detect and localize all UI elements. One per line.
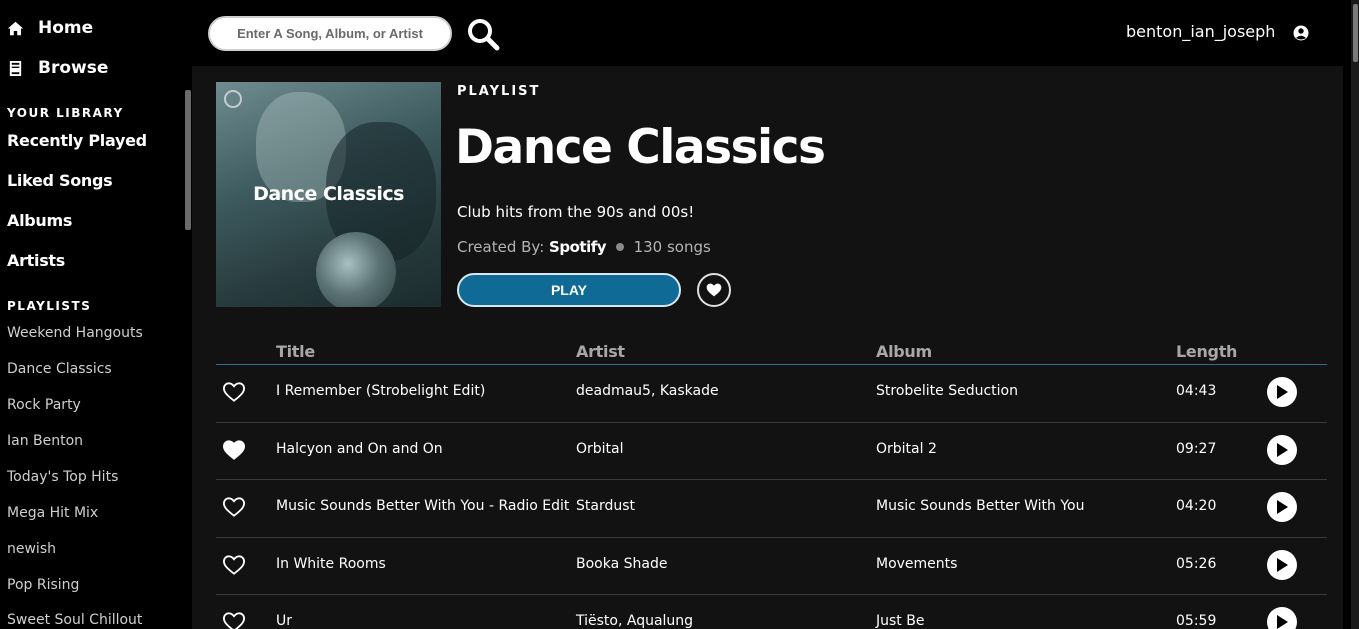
table-row[interactable]: In White Rooms Booka Shade Movements 05:26 <box>216 538 1327 595</box>
library-item-liked-songs[interactable]: Liked Songs <box>7 171 113 190</box>
play-track-button[interactable] <box>1267 549 1297 580</box>
table-row[interactable]: Halcyon and On and On Orbital Orbital 2 09:… <box>216 423 1327 480</box>
track-album[interactable]: Movements <box>876 556 957 572</box>
separator-dot-icon <box>615 243 624 251</box>
sidebar: Home Browse YOUR LIBRARY Recently Played… <box>0 0 192 629</box>
page-title: Dance Classics <box>455 120 826 175</box>
username[interactable]: benton_ian_joseph <box>1126 22 1275 41</box>
heart-outline-icon[interactable] <box>223 497 245 517</box>
track-artist[interactable]: deadmau5, Kaskade <box>576 383 719 399</box>
playlist-item[interactable]: Dance Classics <box>7 361 112 377</box>
library-heading: YOUR LIBRARY <box>7 106 124 120</box>
track-length: 05:26 <box>1176 555 1217 572</box>
playlists-heading: PLAYLISTS <box>7 299 92 313</box>
heart-filled-icon[interactable] <box>223 439 245 460</box>
table-header: Title Artist Album Length <box>216 338 1327 365</box>
song-count: 130 songs <box>633 238 711 256</box>
book-icon <box>9 60 22 76</box>
page-scrollbar-thumb[interactable] <box>1353 4 1358 62</box>
like-playlist-button[interactable] <box>697 273 731 307</box>
heart-filled-icon <box>706 283 722 297</box>
library-item-recently-played[interactable]: Recently Played <box>7 131 147 150</box>
track-album[interactable]: Just Be <box>876 613 924 629</box>
play-icon <box>1277 442 1288 457</box>
playlist-item[interactable]: Weekend Hangouts <box>7 325 143 341</box>
sidebar-scrollbar[interactable] <box>185 90 191 230</box>
track-title[interactable]: In White Rooms <box>276 556 386 572</box>
playlist-owner[interactable]: Spotify <box>549 238 606 256</box>
playlist-item[interactable]: Rock Party <box>7 397 81 413</box>
column-header-length[interactable]: Length <box>1176 342 1237 361</box>
track-table: Title Artist Album Length I Remember (St… <box>216 338 1327 629</box>
search-icon[interactable] <box>466 17 500 51</box>
nav-home[interactable]: Home <box>7 18 93 38</box>
column-header-artist[interactable]: Artist <box>576 342 625 361</box>
nav-browse[interactable]: Browse <box>7 58 108 78</box>
playlist-item[interactable]: Pop Rising <box>7 577 79 593</box>
track-title[interactable]: Ur <box>276 613 292 629</box>
table-row[interactable]: Music Sounds Better With You - Radio Edi… <box>216 480 1327 538</box>
play-track-button[interactable] <box>1267 434 1297 465</box>
track-album[interactable]: Strobelite Seduction <box>876 383 1018 399</box>
playlist-item[interactable]: Sweet Soul Chillout <box>7 612 142 628</box>
playlist-item[interactable]: Mega Hit Mix <box>7 505 98 521</box>
user-circle-icon[interactable] <box>1293 25 1309 41</box>
app-window: Home Browse YOUR LIBRARY Recently Played… <box>0 0 1359 629</box>
play-button[interactable]: PLAY <box>457 273 681 307</box>
track-length: 04:43 <box>1176 383 1217 399</box>
playlist-item[interactable]: newish <box>7 541 56 557</box>
created-by-label: Created By: <box>457 238 545 256</box>
table-row[interactable]: Ur Tiësto, Aqualung Just Be 05:59 <box>216 595 1327 629</box>
track-artist[interactable]: Stardust <box>576 498 635 514</box>
playlist-item[interactable]: Ian Benton <box>7 433 83 449</box>
heart-outline-icon[interactable] <box>223 554 245 575</box>
playlist-description: Club hits from the 90s and 00s! <box>457 203 695 221</box>
search-input[interactable] <box>208 16 452 51</box>
track-title[interactable]: I Remember (Strobelight Edit) <box>276 383 485 399</box>
track-artist[interactable]: Booka Shade <box>576 556 667 572</box>
track-title[interactable]: Music Sounds Better With You - Radio Edi… <box>276 498 569 514</box>
cover-title: Dance Classics <box>253 183 404 205</box>
play-track-button[interactable] <box>1267 492 1297 522</box>
track-artist[interactable]: Orbital <box>576 441 624 457</box>
track-length: 05:59 <box>1176 613 1217 629</box>
track-album[interactable]: Music Sounds Better With You <box>876 498 1085 514</box>
top-bar: benton_ian_joseph <box>192 0 1359 66</box>
table-row[interactable]: I Remember (Strobelight Edit) deadmau5, K… <box>216 365 1327 423</box>
play-icon <box>1277 385 1288 399</box>
playlist-meta: Created By: Spotify 130 songs <box>457 238 711 256</box>
main-content: Dance Classics PLAYLIST Dance Classics C… <box>192 66 1343 629</box>
play-icon <box>1277 557 1288 572</box>
track-title[interactable]: Halcyon and On and On <box>276 441 443 457</box>
home-icon <box>7 21 24 35</box>
column-header-title[interactable]: Title <box>276 342 315 361</box>
column-header-album[interactable]: Album <box>876 342 932 361</box>
library-item-artists[interactable]: Artists <box>7 251 65 270</box>
play-icon <box>1277 500 1288 514</box>
playlist-cover: Dance Classics <box>216 82 441 307</box>
track-length: 09:27 <box>1176 440 1217 457</box>
playlist-type-label: PLAYLIST <box>457 84 541 99</box>
playlist-item[interactable]: Today's Top Hits <box>7 469 118 485</box>
page-scrollbar[interactable] <box>1351 0 1359 629</box>
nav-browse-label: Browse <box>38 58 109 78</box>
track-album[interactable]: Orbital 2 <box>876 441 937 457</box>
play-icon <box>1277 615 1288 629</box>
library-item-albums[interactable]: Albums <box>7 211 72 230</box>
track-artist[interactable]: Tiësto, Aqualung <box>576 613 693 629</box>
disco-ball-image <box>316 232 396 307</box>
heart-outline-icon[interactable] <box>223 612 245 629</box>
nav-home-label: Home <box>38 18 94 38</box>
play-track-button[interactable] <box>1267 377 1297 407</box>
spotify-logo-icon <box>224 90 242 108</box>
track-length: 04:20 <box>1176 498 1217 514</box>
play-track-button[interactable] <box>1267 607 1297 629</box>
heart-outline-icon[interactable] <box>223 382 245 402</box>
